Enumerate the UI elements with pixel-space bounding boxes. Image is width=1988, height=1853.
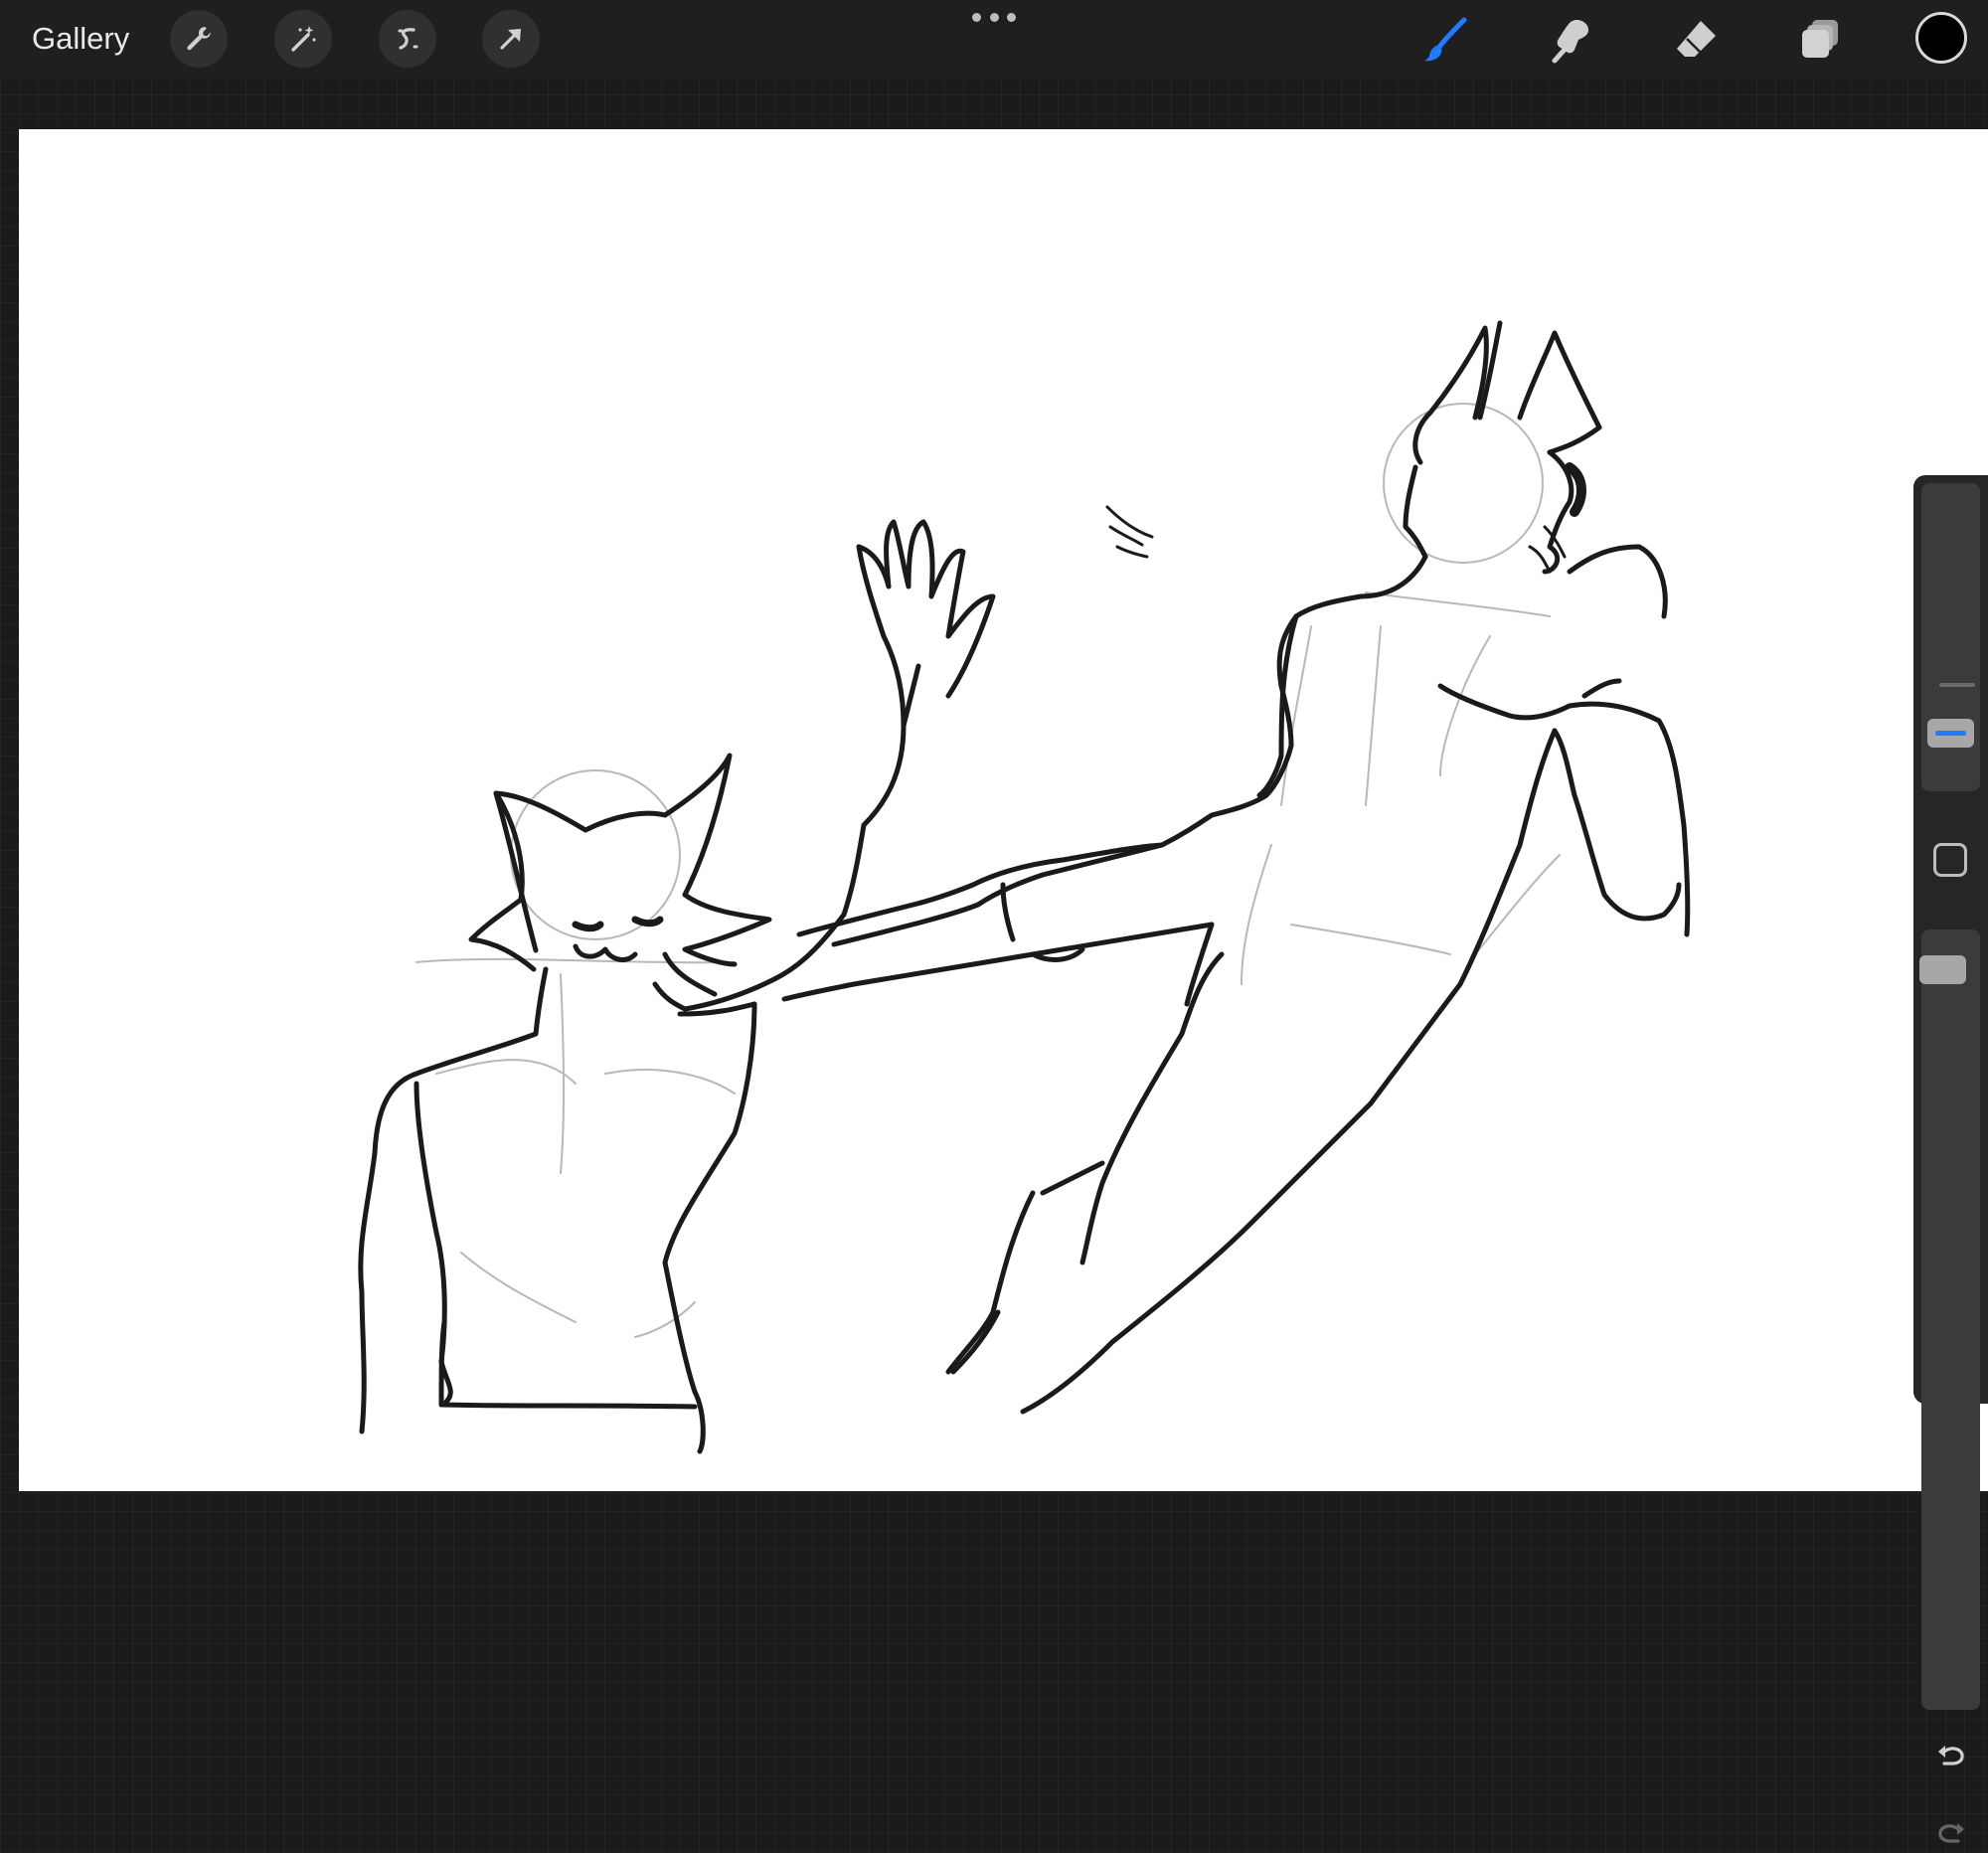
wrench-icon (187, 26, 211, 51)
head-guide-left (510, 769, 681, 940)
transform-icon (500, 29, 521, 50)
brush-size-handle[interactable] (1927, 719, 1974, 748)
eraser-tool-button[interactable] (1669, 12, 1725, 68)
undo-button[interactable] (1931, 1736, 1971, 1775)
brush-size-slider[interactable] (1921, 483, 1980, 791)
layers-tool-button[interactable] (1792, 12, 1848, 68)
brush-opacity-handle[interactable] (1919, 955, 1966, 984)
drawing-canvas[interactable] (19, 129, 1988, 1491)
transform-button[interactable] (482, 10, 540, 68)
top-toolbar: Gallery (0, 0, 1988, 79)
redo-button[interactable] (1931, 1813, 1971, 1853)
eraser-icon (1677, 21, 1716, 57)
gallery-button[interactable]: Gallery (32, 18, 129, 60)
undo-icon (1938, 1746, 1964, 1766)
dot-icon (989, 12, 999, 22)
layers-icon (1802, 20, 1838, 58)
brush-size-tick (1939, 683, 1975, 687)
smudge-icon (1552, 20, 1588, 64)
selection-button[interactable] (379, 10, 436, 68)
head-guide-right (1383, 403, 1544, 564)
brush-tool-button[interactable] (1418, 12, 1474, 68)
magic-wand-icon (291, 26, 316, 52)
sketch-artwork (358, 320, 1691, 1454)
smudge-tool-button[interactable] (1543, 12, 1598, 68)
brush-opacity-slider[interactable] (1921, 929, 1980, 1710)
redo-icon (1938, 1823, 1964, 1843)
actions-button[interactable] (170, 10, 228, 68)
dot-icon (972, 12, 981, 22)
brush-sidebar (1913, 475, 1988, 1843)
modify-button[interactable] (1933, 843, 1967, 877)
brush-icon (1424, 17, 1467, 62)
dot-icon (1007, 12, 1016, 22)
color-picker-button[interactable] (1915, 12, 1967, 64)
selection-icon (398, 28, 418, 50)
more-options-button[interactable] (972, 10, 1016, 24)
adjustments-button[interactable] (274, 10, 332, 68)
